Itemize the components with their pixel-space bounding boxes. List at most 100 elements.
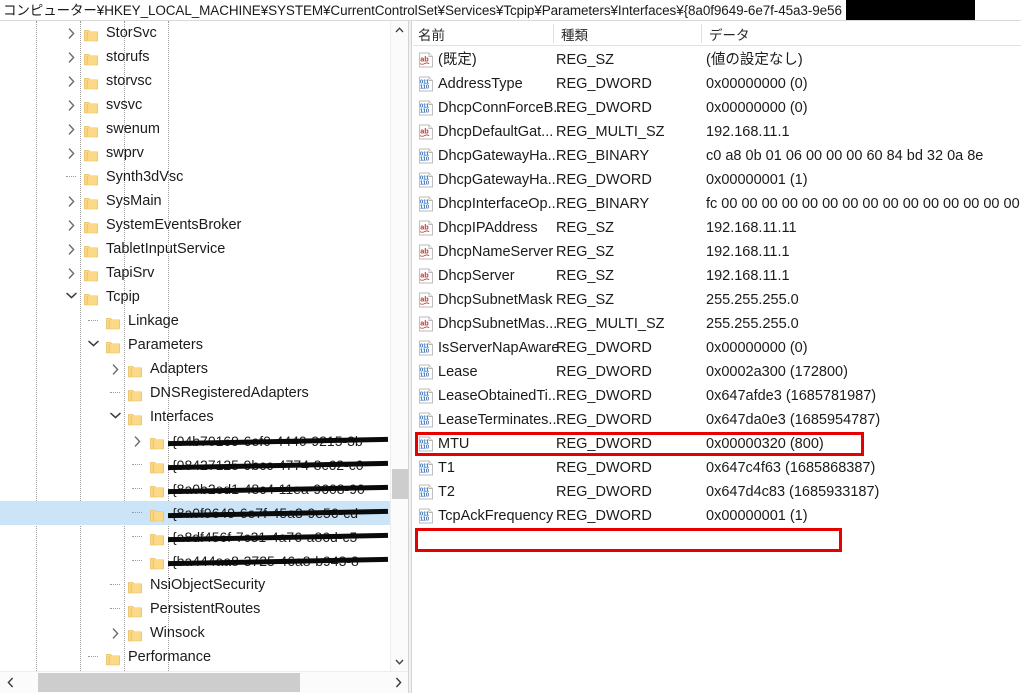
value-row[interactable]: 011 110 TcpAckFrequency REG_DWORD 0x00000001… [413, 504, 1021, 528]
tree-item[interactable]: Parameters [0, 333, 390, 357]
value-row[interactable]: 011 110 LeaseTerminates... REG_DWORD 0x647da… [413, 408, 1021, 432]
value-row[interactable]: 011 110 IsServerNapAware REG_DWORD 0x0000000… [413, 336, 1021, 360]
tree-expander-expanded-icon[interactable] [106, 405, 124, 429]
tree-item[interactable]: Synth3dVsc [0, 165, 390, 189]
value-row[interactable]: 011 110 DhcpGatewayHa... REG_DWORD 0x0000000… [413, 168, 1021, 192]
tree-item[interactable]: StorSvc [0, 21, 390, 45]
value-row[interactable]: ab DhcpSubnetMas... REG_MULTI_SZ 255.255.25… [413, 312, 1021, 336]
tree-item[interactable]: {08427125-9bcc-4774-8c62-c0 [0, 453, 390, 477]
value-row[interactable]: ab DhcpIPAddress REG_SZ 192.168.11.11 [413, 216, 1021, 240]
value-name: (既定) [438, 52, 477, 68]
tree-item-label: DNSRegisteredAdapters [150, 385, 309, 401]
panel-splitter[interactable] [408, 21, 412, 693]
tree-expander-collapsed-icon[interactable] [62, 117, 80, 141]
tree-item[interactable]: {8a0f9649-6e7f-45a3-9e56-cd [0, 501, 390, 525]
folder-icon [128, 626, 142, 642]
tree-item[interactable]: Linkage [0, 309, 390, 333]
tree-item[interactable]: DNSRegisteredAdapters [0, 381, 390, 405]
value-type: REG_DWORD [556, 460, 652, 476]
tree-expander-collapsed-icon[interactable] [106, 621, 124, 645]
value-data: 0x647c4f63 (1685868387) [706, 460, 876, 476]
tree-item[interactable]: swenum [0, 117, 390, 141]
scroll-left-arrow[interactable] [0, 672, 20, 693]
value-data: 0x647d4c83 (1685933187) [706, 484, 880, 500]
tree-item[interactable]: {04b70169-6ef0-4440-9215-3b [0, 429, 390, 453]
value-row[interactable]: 011 110 DhcpConnForceB... REG_DWORD 0x000000… [413, 96, 1021, 120]
tree-item[interactable]: PersistentRoutes [0, 597, 390, 621]
registry-tree[interactable]: StorSvc storufs storvsc svsvc swenum swprv Syn… [0, 21, 390, 671]
tree-item-label: storvsc [106, 73, 152, 89]
value-row[interactable]: 011 110 MTU REG_DWORD 0x00000320 (800) [413, 432, 1021, 456]
value-type: REG_DWORD [556, 76, 652, 92]
value-row[interactable]: 011 110 Lease REG_DWORD 0x0002a300 (172800) [413, 360, 1021, 384]
tree-expander-collapsed-icon[interactable] [62, 189, 80, 213]
tree-horizontal-scroll-thumb[interactable] [38, 673, 300, 692]
scroll-down-arrow[interactable] [391, 653, 408, 671]
tree-expander-collapsed-icon[interactable] [106, 357, 124, 381]
tree-expander-collapsed-icon[interactable] [62, 141, 80, 165]
tree-expander-collapsed-icon[interactable] [62, 261, 80, 285]
tree-item[interactable]: NsiObjectSecurity [0, 573, 390, 597]
value-row[interactable]: 011 110 DhcpInterfaceOp... REG_BINARY fc 00 … [413, 192, 1021, 216]
tree-connector-line [110, 392, 120, 394]
address-bar[interactable]: コンピューター¥HKEY_LOCAL_MACHINE¥SYSTEM¥Curren… [0, 0, 1021, 21]
tree-item[interactable]: svsvc [0, 93, 390, 117]
value-row[interactable]: 011 110 AddressType REG_DWORD 0x00000000 (0) [413, 72, 1021, 96]
value-data: 192.168.11.1 [706, 268, 790, 284]
binary-value-icon: 011 110 [418, 148, 434, 164]
tree-item[interactable]: TapiSrv [0, 261, 390, 285]
value-row[interactable]: ab (既定) REG_SZ (値の設定なし) [413, 48, 1021, 72]
column-divider-2[interactable] [701, 24, 702, 43]
value-row[interactable]: ab DhcpServer REG_SZ 192.168.11.1 [413, 264, 1021, 288]
registry-tree-panel[interactable]: StorSvc storufs storvsc svsvc swenum swprv Syn… [0, 21, 408, 693]
tree-item[interactable]: TabletInputService [0, 237, 390, 261]
folder-icon [84, 50, 98, 66]
svg-text:ab: ab [420, 247, 429, 256]
column-header-data[interactable]: データ [709, 24, 750, 44]
value-row[interactable]: ab DhcpSubnetMask REG_SZ 255.255.255.0 [413, 288, 1021, 312]
tree-item[interactable]: Adapters [0, 357, 390, 381]
scroll-up-arrow[interactable] [391, 21, 408, 39]
tree-item[interactable]: storufs [0, 45, 390, 69]
tree-expander-collapsed-icon[interactable] [62, 237, 80, 261]
value-row[interactable]: ab DhcpDefaultGat... REG_MULTI_SZ 192.168.1… [413, 120, 1021, 144]
tree-item[interactable]: Winsock [0, 621, 390, 645]
value-row[interactable]: 011 110 T2 REG_DWORD 0x647d4c83 (1685933187) [413, 480, 1021, 504]
tree-expander-collapsed-icon[interactable] [62, 213, 80, 237]
tree-expander-expanded-icon[interactable] [84, 333, 102, 357]
tree-expander-collapsed-icon[interactable] [62, 45, 80, 69]
tree-item[interactable]: storvsc [0, 69, 390, 93]
scroll-right-arrow[interactable] [388, 672, 408, 693]
tree-expander-collapsed-icon[interactable] [62, 69, 80, 93]
tree-item[interactable]: {8a0b2ed1-48c4-11ea-9608-90 [0, 477, 390, 501]
value-row[interactable]: 011 110 LeaseObtainedTi... REG_DWORD 0x647af… [413, 384, 1021, 408]
column-divider-1[interactable] [553, 24, 554, 43]
tree-item-label: Linkage [128, 313, 179, 329]
column-header-type[interactable]: 種類 [561, 24, 588, 44]
tree-item[interactable]: swprv [0, 141, 390, 165]
tree-connector-line [110, 608, 120, 610]
tree-item[interactable]: Tcpip [0, 285, 390, 309]
value-row[interactable]: 011 110 T1 REG_DWORD 0x647c4f63 (1685868387) [413, 456, 1021, 480]
tree-expander-collapsed-icon[interactable] [128, 429, 146, 453]
tree-item[interactable]: SystemEventsBroker [0, 213, 390, 237]
tree-expander-expanded-icon[interactable] [62, 285, 80, 309]
column-header-name[interactable]: 名前 [418, 24, 445, 44]
svg-text:110: 110 [420, 445, 429, 451]
tree-item[interactable]: Performance [0, 645, 390, 669]
value-row[interactable]: 011 110 DhcpGatewayHa... REG_BINARY c0 a8 0b… [413, 144, 1021, 168]
tree-vertical-scrollbar[interactable] [390, 21, 408, 671]
tree-expander-collapsed-icon[interactable] [62, 21, 80, 45]
tree-item[interactable]: {ba444aa8-3725-46a8-b943-8 [0, 549, 390, 573]
tree-expander-collapsed-icon[interactable] [62, 93, 80, 117]
svg-text:ab: ab [420, 223, 429, 232]
tree-horizontal-scrollbar[interactable] [0, 671, 408, 693]
tree-item[interactable]: Interfaces [0, 405, 390, 429]
value-data: 0x00000000 (0) [706, 76, 808, 92]
tree-item[interactable]: SysMain [0, 189, 390, 213]
tree-vertical-scroll-thumb[interactable] [392, 469, 408, 499]
registry-editor-window: コンピューター¥HKEY_LOCAL_MACHINE¥SYSTEM¥Curren… [0, 0, 1021, 693]
value-row[interactable]: ab DhcpNameServer REG_SZ 192.168.11.1 [413, 240, 1021, 264]
tree-item[interactable]: {a8df456f-7c31-4a76-a86d-c5 [0, 525, 390, 549]
registry-values-panel[interactable]: 名前 種類 データ ab (既定) REG_SZ (値の設定なし) 011 110 Addr… [413, 21, 1021, 693]
